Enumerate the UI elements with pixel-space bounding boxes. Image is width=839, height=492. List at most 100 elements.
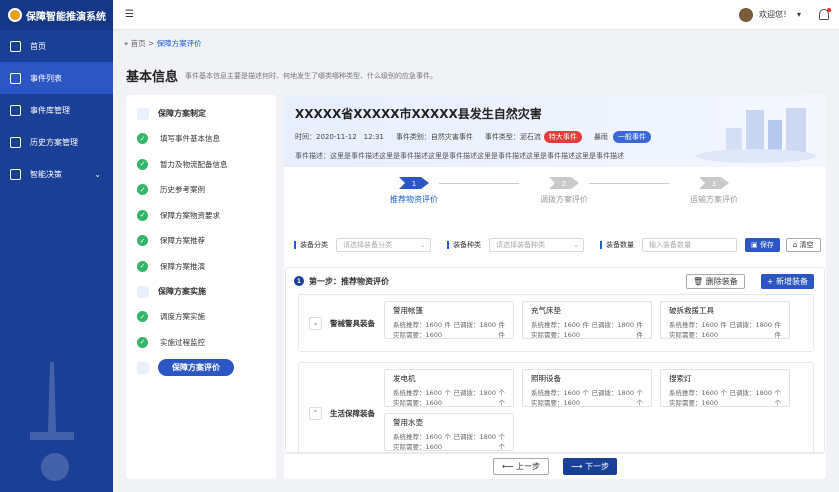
nav-label: 事件库管理 xyxy=(30,105,70,115)
equipment-card[interactable]: 搜索灯 系统推荐：1600 个已调拨：1800 个实际需要：1600 个 xyxy=(660,369,790,407)
equip-class-select[interactable]: 请选择装备分类 ⌄ xyxy=(336,238,431,252)
step-arrow-icon: 3 xyxy=(699,177,729,189)
equipment-card[interactable]: 破拆救援工具 系统推荐：1600 件已调拨：1800 件实际需要：1600 件 xyxy=(660,301,790,339)
step-arrow-icon: 1 xyxy=(399,177,429,189)
decision-icon xyxy=(10,168,21,180)
actual-need: 实际需要：1600 xyxy=(393,399,443,407)
event-time: 时间：2020-11-12 12:31 xyxy=(295,133,384,141)
unit: 件 xyxy=(498,321,506,329)
actual-need: 实际需要：1600 xyxy=(393,331,443,339)
chevron-down-icon[interactable]: ▾ xyxy=(797,10,801,19)
breadcrumb-current: 保障方案评价 xyxy=(156,39,202,48)
equip-kind-label: 装备种类 xyxy=(453,241,481,249)
step-item[interactable]: ✓ 实施过程监控 xyxy=(126,330,276,356)
nav-item-4[interactable]: 智能决策 ⌄ xyxy=(0,158,113,190)
menu-toggle-icon[interactable]: ☰ xyxy=(125,9,134,20)
level-badge: 特大事件 xyxy=(543,131,582,143)
step-item[interactable]: ✓ 调度方案实施 xyxy=(126,304,276,330)
clear-button[interactable]: ⌂ 清空 xyxy=(785,238,821,252)
unit: 件 xyxy=(444,321,452,329)
check-icon: ✓ xyxy=(137,311,148,323)
category-header[interactable]: ⌃ 生活保障装备 xyxy=(299,363,384,452)
equipment-name: 警用帐篷 xyxy=(393,306,423,315)
stat-row: 实际需要：1600 件 xyxy=(531,329,643,339)
wizard-step-1[interactable]: 1 推荐物资评价 xyxy=(364,177,464,205)
step-title: 第一步：推荐物资评价 xyxy=(309,276,389,286)
avatar[interactable] xyxy=(738,7,753,22)
equipment-card[interactable]: 发电机 系统推荐：1600 个已调拨：1800 个实际需要：1600 个 xyxy=(384,369,514,407)
clear-label: 清空 xyxy=(799,241,814,249)
save-button[interactable]: ▣ 保存 xyxy=(745,238,780,252)
greeting-text[interactable]: 欢迎您！ xyxy=(759,9,791,20)
unit: 个 xyxy=(636,389,644,397)
step-item[interactable]: ✓ 历史参考案例 xyxy=(126,177,276,203)
breadcrumb-sep: > xyxy=(148,39,155,48)
nav-item-2[interactable]: 事件库管理 xyxy=(0,94,113,126)
stat-row: 实际需要：1600 个 xyxy=(393,441,505,451)
event-summary: XXXXX省XXXXX市XXXXX县发生自然灾害 时间：2020-11-12 1… xyxy=(284,95,826,167)
bell-icon[interactable] xyxy=(819,8,831,20)
unit: 个 xyxy=(720,389,728,397)
category-header[interactable]: ⌄ 警械警具装备 xyxy=(299,295,384,351)
delete-equipment-button[interactable]: 🗑 删除装备 xyxy=(686,273,745,289)
equipment-card[interactable]: 警用水壶 系统推荐：1600 个已调拨：1800 个实际需要：1600 个 xyxy=(384,413,514,451)
next-label: 下一步 xyxy=(585,462,610,471)
actual-need: 实际需要：1600 xyxy=(669,399,719,407)
step-item[interactable]: ✓ 保障方案推演 xyxy=(126,254,276,280)
next-button[interactable]: ⟶ 下一步 xyxy=(563,458,618,475)
equipment-name: 警用水壶 xyxy=(393,418,423,427)
toggle-icon[interactable]: ⌃ xyxy=(309,406,322,420)
unit: 件 xyxy=(636,321,644,329)
prev-button[interactable]: ⟵ 上一步 xyxy=(492,458,549,475)
step-number: 1 xyxy=(294,276,304,286)
equip-qty-input[interactable]: 输入装备数量 xyxy=(642,238,737,252)
step-item[interactable]: ✓ 保障方案物资要求 xyxy=(126,203,276,229)
actual-need: 实际需要：1600 xyxy=(531,331,581,339)
check-icon: ✓ xyxy=(137,133,148,145)
step-item[interactable]: ✓ 填写事件基本信息 xyxy=(126,126,276,152)
toggle-icon[interactable]: ⌄ xyxy=(309,316,322,330)
unit: 件 xyxy=(636,331,644,339)
allocated: 已调拨：1800 xyxy=(453,433,497,441)
step-item[interactable]: ✓ 保障方案推荐 xyxy=(126,228,276,254)
nav-item-3[interactable]: 历史方案管理 xyxy=(0,126,113,158)
allocated: 已调拨：1800 xyxy=(453,389,497,397)
step-group-label: 保障方案实施 xyxy=(158,287,206,296)
svg-text:2: 2 xyxy=(562,180,566,188)
breadcrumb-home[interactable]: 首页 xyxy=(131,39,146,48)
step-label: 实施过程监控 xyxy=(160,337,205,347)
nav-label: 首页 xyxy=(30,41,46,51)
step-active[interactable]: 保障方案评价 xyxy=(126,355,276,380)
stat-row: 系统推荐：1600 件已调拨：1800 件 xyxy=(393,319,505,329)
nav-item-1[interactable]: 事件列表 xyxy=(0,62,113,94)
stat-row: 系统推荐：1600 个已调拨：1800 个 xyxy=(669,387,781,397)
equipment-card[interactable]: 警用帐篷 系统推荐：1600 件已调拨：1800 件实际需要：1600 件 xyxy=(384,301,514,339)
nav-item-0[interactable]: 首页 xyxy=(0,30,113,62)
wizard-step-3[interactable]: 3 运输方案评价 xyxy=(664,177,764,205)
allocated: 已调拨：1800 xyxy=(453,321,497,329)
equipment-card[interactable]: 充气床垫 系统推荐：1600 件已调拨：1800 件实际需要：1600 件 xyxy=(522,301,652,339)
equipment-card[interactable]: 照明设备 系统推荐：1600 个已调拨：1800 个实际需要：1600 个 xyxy=(522,369,652,407)
check-icon: ✓ xyxy=(137,209,148,221)
group-icon xyxy=(137,361,149,374)
check-icon: ✓ xyxy=(137,184,148,196)
svg-text:1: 1 xyxy=(412,180,416,188)
step-label: 保障方案推荐 xyxy=(160,236,205,246)
equip-kind-select[interactable]: 请选择装备种类 ⌄ xyxy=(489,238,584,252)
unit: 个 xyxy=(498,399,506,407)
wizard-connector xyxy=(589,183,669,184)
wizard-step-label: 调拨方案评价 xyxy=(540,195,588,204)
unit: 个 xyxy=(774,399,782,407)
step-item[interactable]: ✓ 暂力及物流配备信息 xyxy=(126,152,276,178)
add-equipment-button[interactable]: + 新增装备 xyxy=(760,273,814,289)
check-icon: ✓ xyxy=(137,158,148,170)
wizard-step-2[interactable]: 2 调拨方案评价 xyxy=(514,177,614,205)
step-label: 保障方案物资要求 xyxy=(160,210,220,220)
unit: 个 xyxy=(774,389,782,397)
unit: 件 xyxy=(720,321,728,329)
unit: 个 xyxy=(444,389,452,397)
equip-class-placeholder: 请选择装备分类 xyxy=(343,241,392,249)
event-weather: 暴雨 xyxy=(593,133,608,141)
stat-row: 实际需要：1600 个 xyxy=(669,397,781,407)
unit: 件 xyxy=(582,321,590,329)
